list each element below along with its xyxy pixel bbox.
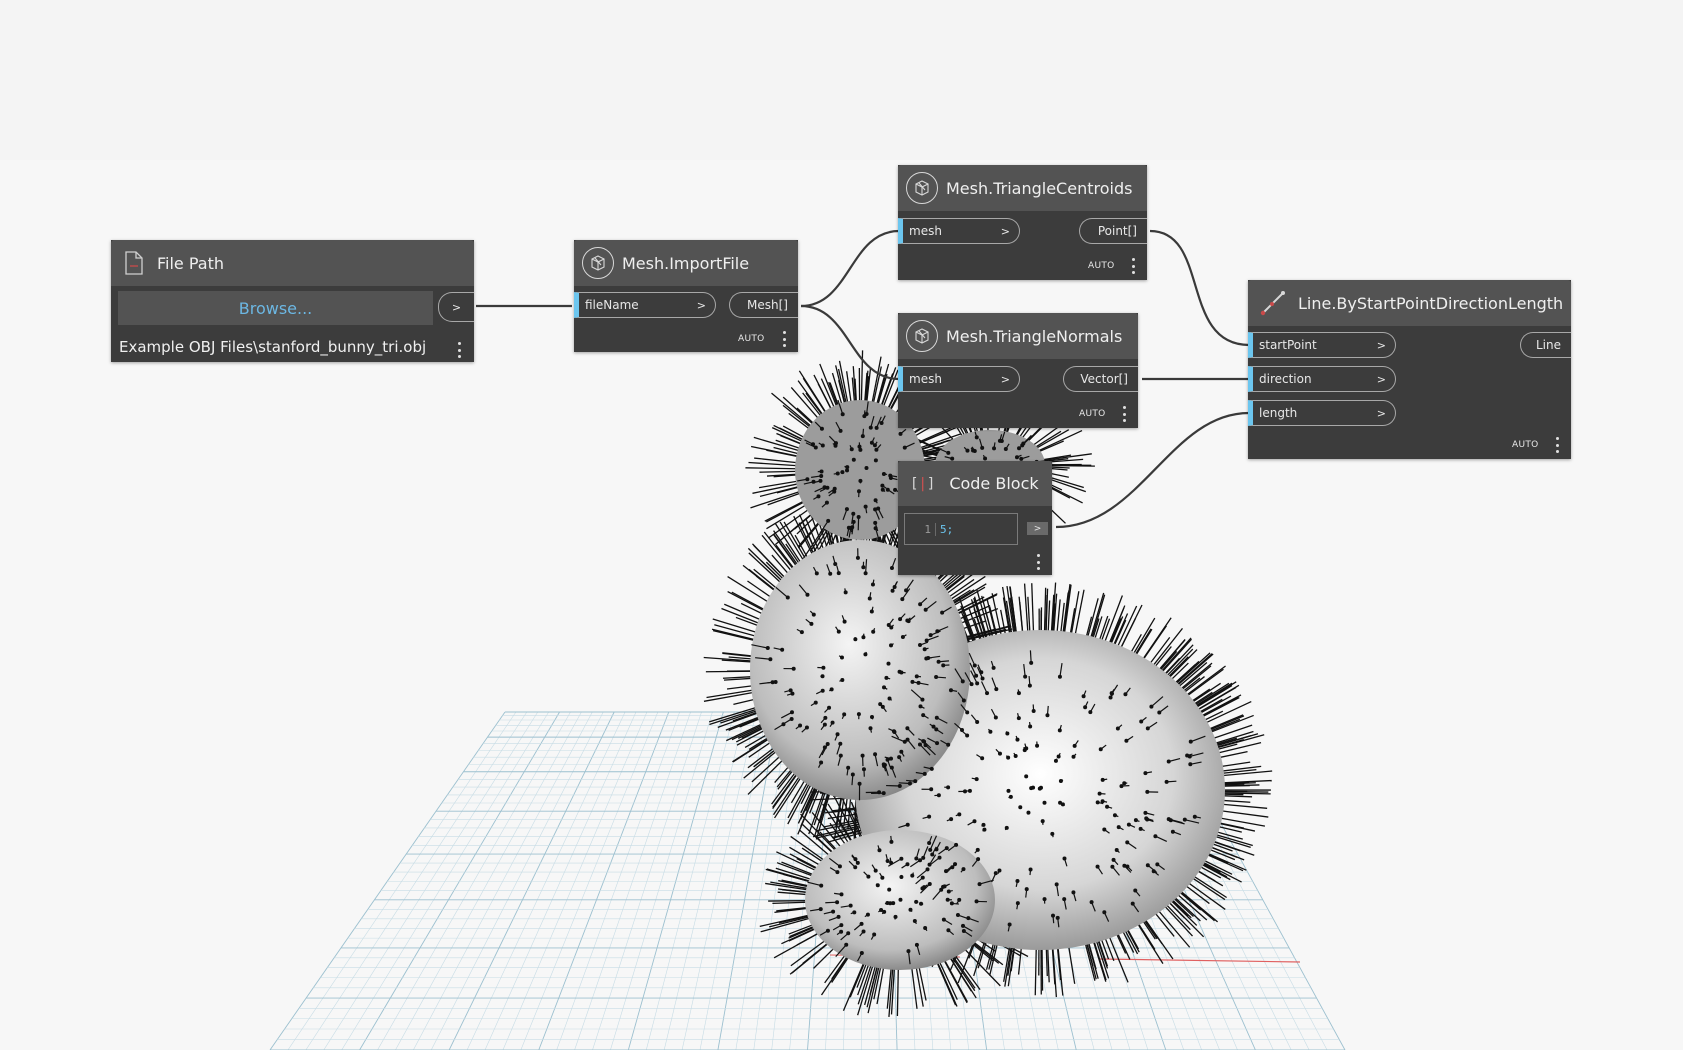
line-node-header[interactable]: Line.ByStartPointDirectionLength <box>1248 280 1571 326</box>
lacing-label[interactable]: AUTO <box>1512 440 1539 450</box>
node-title: File Path <box>157 253 225 273</box>
line-by-start-point-direction-length-node[interactable]: Line.ByStartPointDirectionLength startPo… <box>1248 280 1571 459</box>
port-label: startPoint <box>1259 338 1317 352</box>
port-arrow: > <box>1376 372 1386 386</box>
startpoint-input-port[interactable]: startPoint > <box>1248 332 1396 358</box>
port-arrow: > <box>1376 406 1386 420</box>
filename-input-port[interactable]: fileName > <box>574 292 716 318</box>
file-path-node-header[interactable]: File Path <box>111 240 474 286</box>
port-label: Line <box>1535 338 1561 352</box>
port-label: Point[] <box>1097 224 1137 238</box>
mesh-triangle-normals-node-header[interactable]: Mesh.TriangleNormals <box>898 313 1138 359</box>
line-icon <box>1260 290 1286 316</box>
node-title: Mesh.ImportFile <box>622 253 750 273</box>
mesh-icon <box>906 320 938 352</box>
file-icon <box>125 251 143 275</box>
port-label: mesh <box>909 224 942 238</box>
length-input-port[interactable]: length > <box>1248 400 1396 426</box>
line-number: 1 <box>905 522 936 536</box>
code-block-node[interactable]: [|] Code Block 1 5; > <box>898 461 1052 575</box>
output-arrow: > <box>1033 523 1042 534</box>
browse-button[interactable]: Browse... <box>118 291 433 325</box>
browse-label: Browse... <box>238 298 313 318</box>
port-arrow: > <box>1376 338 1386 352</box>
node-title: Mesh.TriangleCentroids <box>946 178 1133 198</box>
port-arrow: > <box>1000 372 1010 386</box>
output-arrow: > <box>451 300 462 314</box>
bunny-mesh-preview <box>703 350 1273 1017</box>
line-output-port[interactable]: Line <box>1520 332 1571 358</box>
port-label: fileName <box>585 298 639 312</box>
file-path-node[interactable]: File Path Browse... > Example OBJ Files\… <box>111 240 474 362</box>
mesh-triangle-centroids-node[interactable]: Mesh.TriangleCentroids mesh > Point[] AU… <box>898 165 1147 280</box>
mesh-input-port[interactable]: mesh > <box>898 366 1020 392</box>
code-text[interactable]: 5; <box>936 523 953 536</box>
lacing-label[interactable]: AUTO <box>738 334 765 344</box>
node-menu-icon[interactable] <box>1036 554 1040 570</box>
file-path-output-port[interactable]: > <box>438 292 474 322</box>
code-block-icon: [|] <box>910 475 936 492</box>
code-block-output-port[interactable]: > <box>1027 522 1048 535</box>
lacing-label[interactable]: AUTO <box>1088 261 1115 271</box>
node-title: Line.ByStartPointDirectionLength <box>1298 293 1564 313</box>
lacing-label[interactable]: AUTO <box>1079 409 1106 419</box>
node-menu-icon[interactable] <box>1555 437 1559 453</box>
background-3d-preview[interactable] <box>0 0 1683 1050</box>
port-label: length <box>1259 406 1298 420</box>
mesh-import-file-node-header[interactable]: Mesh.ImportFile <box>574 240 798 286</box>
node-menu-icon[interactable] <box>457 342 461 358</box>
point-output-port[interactable]: Point[] <box>1079 218 1147 244</box>
port-arrow: > <box>696 298 706 312</box>
node-menu-icon[interactable] <box>1131 258 1135 274</box>
mesh-input-port[interactable]: mesh > <box>898 218 1020 244</box>
port-arrow: > <box>1000 224 1010 238</box>
node-title: Mesh.TriangleNormals <box>946 326 1123 346</box>
code-block-node-header[interactable]: [|] Code Block <box>898 461 1052 506</box>
vector-output-port[interactable]: Vector[] <box>1063 366 1138 392</box>
mesh-triangle-centroids-node-header[interactable]: Mesh.TriangleCentroids <box>898 165 1147 211</box>
node-menu-icon[interactable] <box>1122 406 1126 422</box>
mesh-icon <box>582 247 614 279</box>
port-label: direction <box>1259 372 1312 386</box>
mesh-import-file-node[interactable]: Mesh.ImportFile fileName > Mesh[] AUTO <box>574 240 798 352</box>
mesh-triangle-normals-node[interactable]: Mesh.TriangleNormals mesh > Vector[] AUT… <box>898 313 1138 428</box>
node-menu-icon[interactable] <box>782 331 786 347</box>
port-label: Mesh[] <box>747 298 788 312</box>
mesh-icon <box>906 172 938 204</box>
port-label: mesh <box>909 372 942 386</box>
code-editor[interactable]: 1 5; <box>904 513 1018 545</box>
direction-input-port[interactable]: direction > <box>1248 366 1396 392</box>
port-label: Vector[] <box>1080 372 1128 386</box>
file-path-value[interactable]: Example OBJ Files\stanford_bunny_tri.obj <box>119 338 426 356</box>
mesh-output-port[interactable]: Mesh[] <box>729 292 798 318</box>
node-title: Code Block <box>949 474 1039 493</box>
